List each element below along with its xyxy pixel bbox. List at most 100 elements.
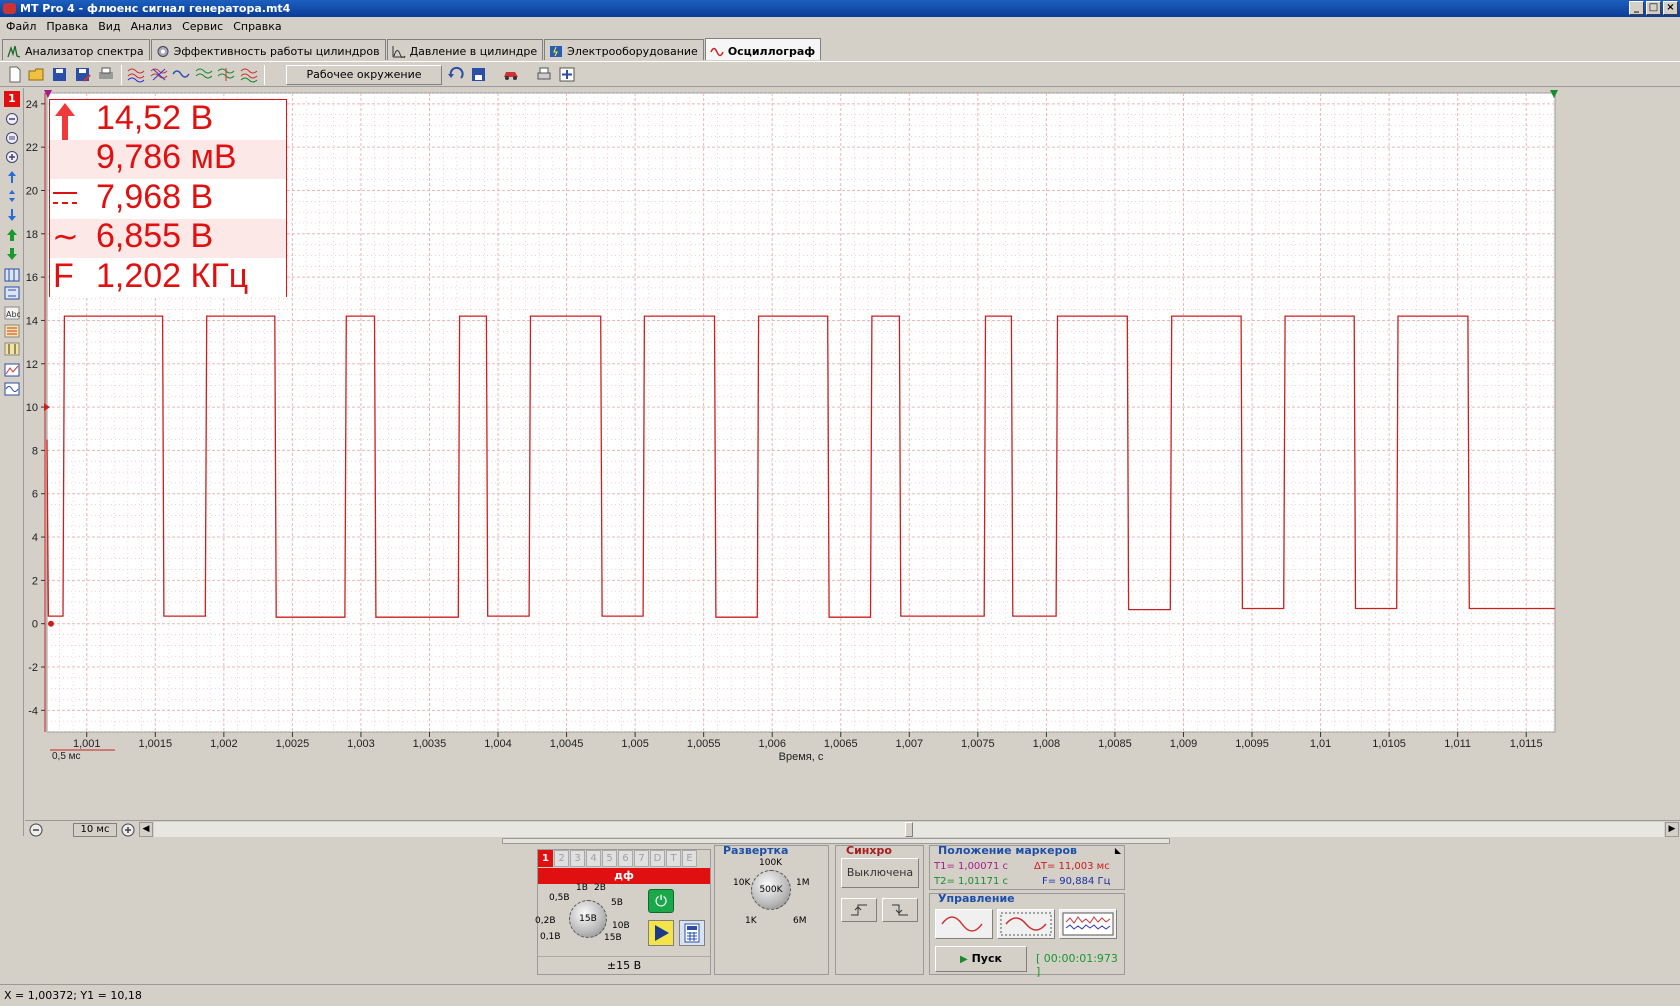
voltage-knob[interactable]: 15В: [569, 900, 607, 938]
maximize-button[interactable]: □: [1646, 1, 1661, 15]
channel-panel: 1 2 3 4 5 6 7 D T E дф 15В 0,1В 0,2В 0,5…: [535, 849, 711, 975]
channel-calculator-button[interactable]: [679, 920, 705, 946]
marker-t1: T1= 1,00071 с: [934, 861, 1009, 872]
measurement-row-peak-to-peak: 14,52 В: [50, 99, 286, 181]
menu-file[interactable]: Файл: [4, 17, 44, 37]
sweep-knob[interactable]: 500K: [751, 870, 791, 910]
normal-mode-button[interactable]: [997, 909, 1055, 939]
undo-icon[interactable]: [447, 66, 465, 83]
fit-screen-icon[interactable]: [558, 66, 576, 83]
channel-tab-d[interactable]: D: [650, 850, 665, 867]
print-icon[interactable]: [97, 66, 115, 83]
channel-tab-7[interactable]: 7: [634, 850, 649, 867]
y-tick-label: 22: [26, 142, 38, 154]
channel-tab-3[interactable]: 3: [570, 850, 585, 867]
menu-edit[interactable]: Правка: [44, 17, 96, 37]
tab-oscilloscope[interactable]: Осциллограф: [704, 38, 822, 60]
menu-analysis[interactable]: Анализ: [129, 17, 181, 37]
channel-wave-1-icon[interactable]: [127, 66, 145, 83]
frequency-icon: F: [53, 257, 74, 295]
channel-tab-2[interactable]: 2: [554, 850, 569, 867]
x-tick-label: 1,008: [1033, 738, 1061, 750]
title-bar: MT Pro 4 - флюенс сигнал генератора.mt4 …: [0, 0, 1680, 17]
tab-cylinder-pressure[interactable]: Давление в цилиндре: [386, 39, 544, 60]
close-button[interactable]: ×: [1663, 1, 1678, 15]
sync-mode-dropdown[interactable]: Выключена: [841, 858, 919, 888]
channel-probe-button[interactable]: [648, 920, 674, 946]
channel-tab-4[interactable]: 4: [586, 850, 601, 867]
x-tick-label: 1,009: [1170, 738, 1198, 750]
zoom-out-time-icon[interactable]: [29, 823, 43, 837]
channel-tab-t[interactable]: T: [666, 850, 681, 867]
rising-edge-button[interactable]: [841, 898, 877, 922]
shift-down-icon[interactable]: [4, 208, 20, 222]
markers-menu-icon[interactable]: ◣: [1115, 846, 1121, 855]
shift-center-icon[interactable]: [4, 189, 20, 203]
channel-wave-3-icon[interactable]: [172, 66, 190, 83]
module-tabs: Анализатор спектра Эффективность работы …: [0, 38, 822, 60]
environment-dropdown[interactable]: Рабочее окружение: [286, 65, 442, 85]
tab-cylinder-efficiency[interactable]: Эффективность работы цилиндров: [150, 39, 386, 60]
measurements-box: 14,52 В 9,786 мВ 7,968 В ~ 6,855 В F 1,2…: [49, 99, 287, 297]
save-as-icon[interactable]: [74, 66, 92, 83]
tab-label: Осциллограф: [727, 44, 816, 58]
channel-wave-5-icon[interactable]: [217, 66, 235, 83]
spectrum-icon: [7, 45, 21, 58]
scroll-left-button[interactable]: ◀: [139, 822, 153, 837]
printer-settings-icon[interactable]: [535, 66, 553, 83]
calculator-icon: [684, 923, 700, 943]
x-tick-label: 1,001: [73, 738, 101, 750]
save-icon[interactable]: [51, 66, 69, 83]
toolbar: Рабочее окружение: [0, 61, 1680, 87]
waveform-view-icon[interactable]: [4, 382, 20, 396]
channel-wave-6-icon[interactable]: [240, 66, 258, 83]
menu-service[interactable]: Сервис: [180, 17, 231, 37]
start-label: Пуск: [971, 952, 1002, 965]
offset-down-icon[interactable]: [4, 247, 20, 261]
tab-spectrum[interactable]: Анализатор спектра: [2, 39, 150, 60]
control-title: Управление: [938, 892, 1015, 905]
zoom-reset-icon[interactable]: [4, 131, 20, 145]
channel-tab-1[interactable]: 1: [538, 850, 553, 867]
markers-icon[interactable]: [4, 342, 20, 356]
channel-number-badge[interactable]: 1: [4, 91, 20, 107]
text-label-icon[interactable]: Abc: [4, 306, 20, 320]
toolbar-separator: [264, 65, 265, 85]
channel-wave-4-icon[interactable]: [195, 66, 213, 83]
channel-tab-5[interactable]: 5: [602, 850, 617, 867]
chart-view-icon[interactable]: [4, 363, 20, 377]
single-mode-button[interactable]: [935, 909, 993, 939]
new-file-icon[interactable]: [6, 66, 24, 83]
menu-help[interactable]: Справка: [231, 17, 289, 37]
measure-table-icon[interactable]: [4, 324, 20, 338]
x-tick-label: 1,0105: [1372, 738, 1406, 750]
channel-wave-2-icon[interactable]: [150, 66, 168, 83]
grid-lines-icon[interactable]: [4, 268, 20, 282]
channel-tab-6[interactable]: 6: [618, 850, 633, 867]
zoom-in-icon[interactable]: [4, 150, 20, 164]
x-tick-label: 1,0035: [413, 738, 447, 750]
offset-up-icon[interactable]: [4, 228, 20, 242]
auto-mode-button[interactable]: [1059, 909, 1117, 939]
channel-tabs: 1 2 3 4 5 6 7 D T E: [538, 850, 698, 867]
zoom-out-icon[interactable]: [4, 112, 20, 126]
shift-up-icon[interactable]: [4, 170, 20, 184]
menu-view[interactable]: Вид: [96, 17, 128, 37]
time-per-div-field[interactable]: 10 мс: [73, 823, 117, 837]
save-environment-icon[interactable]: [470, 66, 488, 83]
scroll-thumb[interactable]: [905, 822, 913, 837]
channel-tab-e[interactable]: E: [682, 850, 697, 867]
minimize-button[interactable]: _: [1629, 1, 1644, 15]
power-icon: ⏻: [655, 892, 667, 910]
grid-labels-icon[interactable]: [4, 286, 20, 300]
scroll-right-button[interactable]: ▶: [1665, 822, 1679, 837]
car-icon[interactable]: [502, 66, 520, 83]
open-folder-icon[interactable]: [28, 66, 46, 83]
channel-power-button[interactable]: ⏻: [648, 889, 674, 913]
oscilloscope-icon: [710, 47, 724, 56]
tab-electrical[interactable]: Электрооборудование: [544, 39, 704, 60]
svg-text:Abc: Abc: [6, 310, 20, 319]
falling-edge-button[interactable]: [882, 898, 918, 922]
start-button[interactable]: ▶ Пуск: [935, 946, 1027, 972]
zoom-in-time-icon[interactable]: [121, 823, 135, 837]
